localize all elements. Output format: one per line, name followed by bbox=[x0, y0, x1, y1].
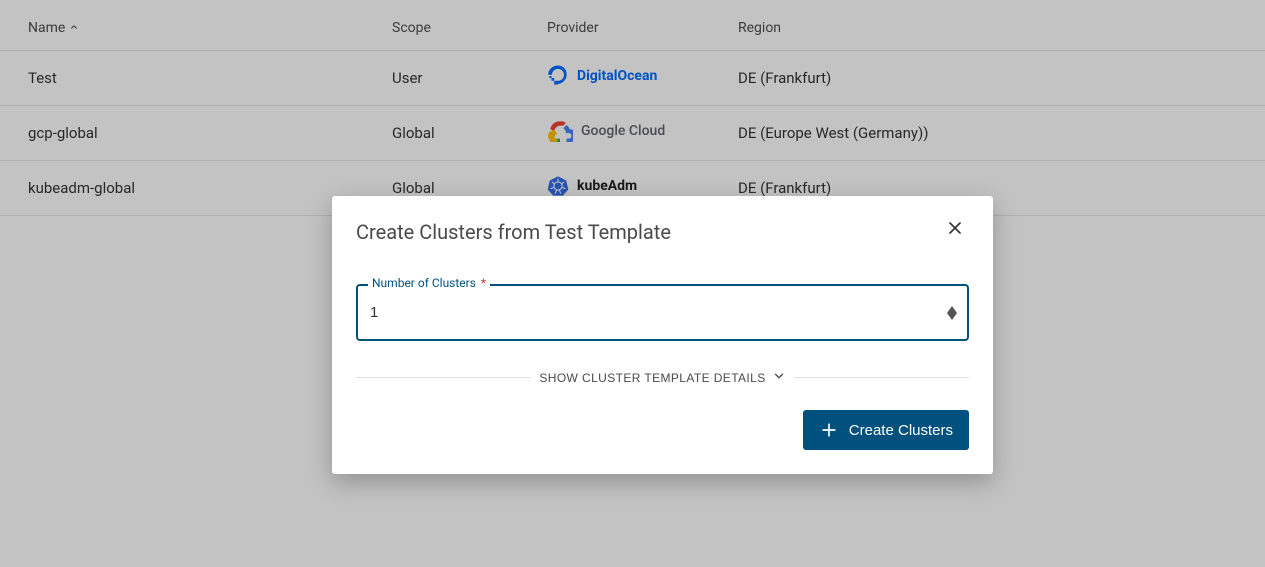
create-clusters-dialog: Create Clusters from Test Template Numbe… bbox=[332, 196, 993, 474]
show-details-toggle[interactable]: SHOW CLUSTER TEMPLATE DETAILS bbox=[539, 369, 785, 386]
close-button[interactable] bbox=[941, 214, 969, 242]
dialog-title: Create Clusters from Test Template bbox=[356, 220, 671, 244]
stepper-up-button[interactable] bbox=[947, 306, 957, 313]
stepper-up-icon bbox=[947, 306, 957, 313]
stepper-down-icon bbox=[947, 313, 957, 320]
create-clusters-button[interactable]: Create Clusters bbox=[803, 410, 969, 450]
required-marker: * bbox=[481, 276, 486, 290]
number-of-clusters-field: Number of Clusters * bbox=[356, 284, 969, 341]
show-details-label: SHOW CLUSTER TEMPLATE DETAILS bbox=[539, 371, 765, 385]
plus-icon bbox=[819, 420, 839, 440]
quantity-stepper bbox=[947, 306, 957, 320]
stepper-down-button[interactable] bbox=[947, 313, 957, 320]
field-label-text: Number of Clusters bbox=[372, 276, 476, 290]
number-of-clusters-input[interactable] bbox=[358, 286, 967, 339]
divider bbox=[356, 377, 531, 378]
divider bbox=[794, 377, 969, 378]
close-icon bbox=[945, 218, 965, 238]
create-clusters-label: Create Clusters bbox=[849, 422, 953, 439]
chevron-down-icon bbox=[772, 369, 786, 386]
number-of-clusters-label: Number of Clusters * bbox=[368, 276, 490, 290]
